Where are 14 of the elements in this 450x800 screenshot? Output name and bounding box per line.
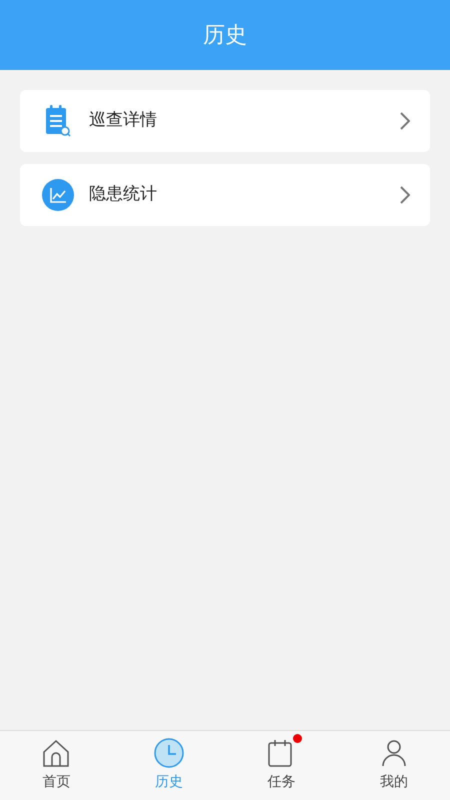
tab[interactable]: 我的 <box>338 731 450 800</box>
menu-label: 巡查详情 <box>89 109 158 132</box>
page-title: 历史 <box>203 22 247 50</box>
menu-item[interactable]: 隐患统计 <box>20 164 430 226</box>
home-icon <box>41 738 72 768</box>
menu-item[interactable]: 巡查详情 <box>20 90 430 152</box>
clipboard-icon <box>45 105 71 137</box>
chevron-right-icon <box>400 112 410 130</box>
clock-icon <box>154 738 184 768</box>
menu-label: 隐患统计 <box>89 183 158 206</box>
tab[interactable]: 任务 <box>225 731 338 800</box>
tab[interactable]: 首页 <box>0 731 112 800</box>
chevron-right-icon <box>400 186 410 204</box>
line-chart-icon <box>42 179 74 211</box>
